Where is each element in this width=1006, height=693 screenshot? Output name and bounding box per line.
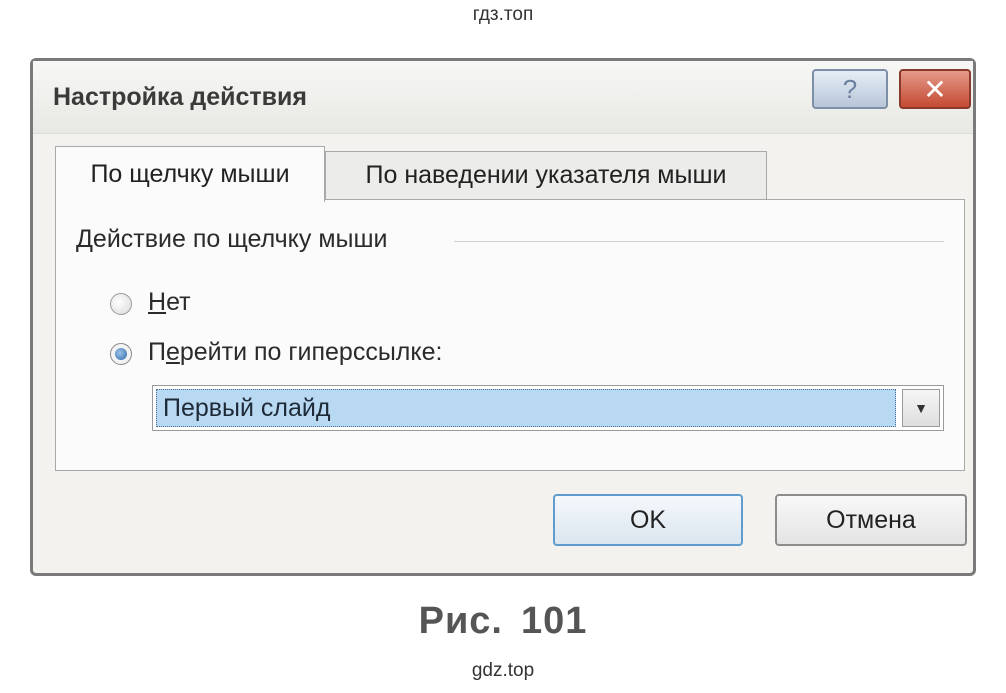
watermark-top: гдз.топ xyxy=(472,4,534,25)
radio-none[interactable] xyxy=(110,293,132,315)
hyperlink-select[interactable]: Первый слайд ▼ xyxy=(152,385,944,431)
help-button[interactable]: ? xyxy=(812,69,888,109)
group-label: Действие по щелчку мыши xyxy=(76,225,388,253)
radio-none-label[interactable]: Нет xyxy=(148,288,191,317)
watermark-bottom: gdz.top xyxy=(471,660,535,681)
ok-button[interactable]: OK xyxy=(553,494,743,546)
chevron-down-icon: ▼ xyxy=(914,400,928,416)
radio-hyperlink-label[interactable]: Перейти по гиперссылке: xyxy=(148,338,442,367)
radio-hyperlink[interactable] xyxy=(110,343,132,365)
tab-panel-mouse-click: Действие по щелчку мыши Нет Перейти по г… xyxy=(55,199,965,471)
cancel-button[interactable]: Отмена xyxy=(775,494,967,546)
dialog-title: Настройка действия xyxy=(53,83,307,111)
action-settings-dialog: Настройка действия ? ✕ По щелчку мыши По… xyxy=(30,58,976,576)
close-button[interactable]: ✕ xyxy=(899,69,971,109)
dropdown-button[interactable]: ▼ xyxy=(902,389,940,427)
radio-selected-dot xyxy=(115,348,127,360)
page: гдз.топ Настройка действия ? ✕ По щелчку… xyxy=(0,0,1006,693)
hyperlink-select-value: Первый слайд xyxy=(156,389,896,427)
question-mark-icon: ? xyxy=(842,73,858,104)
tab-mouse-click[interactable]: По щелчку мыши xyxy=(55,146,325,202)
figure-caption: Рис. 101 xyxy=(418,600,588,642)
close-icon: ✕ xyxy=(923,73,947,105)
tab-mouse-over[interactable]: По наведении указателя мыши xyxy=(325,151,767,199)
title-bar: Настройка действия ? ✕ xyxy=(33,61,973,134)
group-divider xyxy=(454,241,944,242)
